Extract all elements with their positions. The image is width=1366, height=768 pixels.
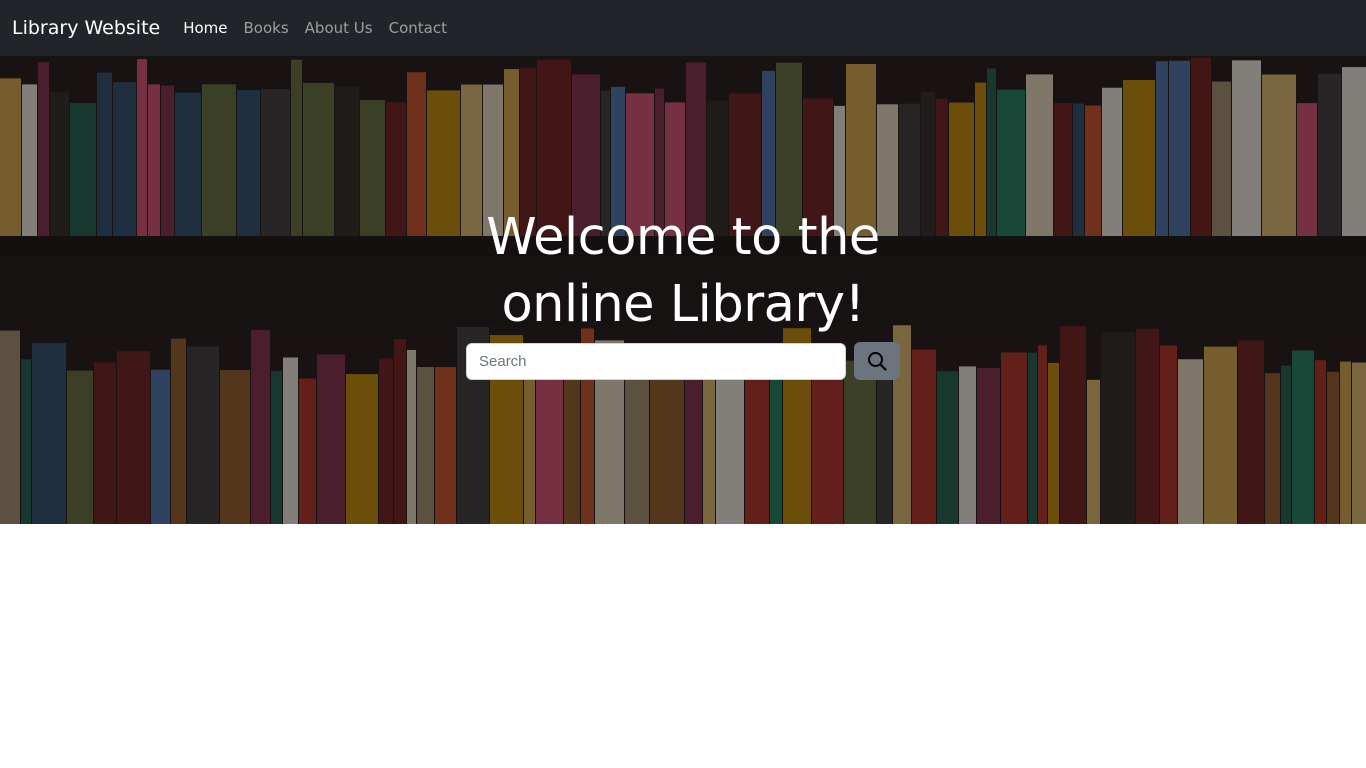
navbar: Library Website Home Books About Us Cont… [0,0,1366,56]
nav-links: Home Books About Us Contact [183,19,447,37]
hero-title: Welcome to the online Library! [433,204,933,338]
search-button[interactable] [854,342,900,380]
hero-title-line-2: online Library! [501,275,865,334]
nav-link-books[interactable]: Books [244,19,289,37]
nav-link-contact[interactable]: Contact [389,19,447,37]
nav-link-about-us[interactable]: About Us [305,19,373,37]
hero-section: Welcome to the online Library! [0,56,1366,524]
nav-link-home[interactable]: Home [183,19,227,37]
search-input[interactable] [466,343,846,380]
brand-link[interactable]: Library Website [12,17,160,39]
hero-title-line-1: Welcome to the [486,208,880,267]
search-icon [868,352,887,371]
